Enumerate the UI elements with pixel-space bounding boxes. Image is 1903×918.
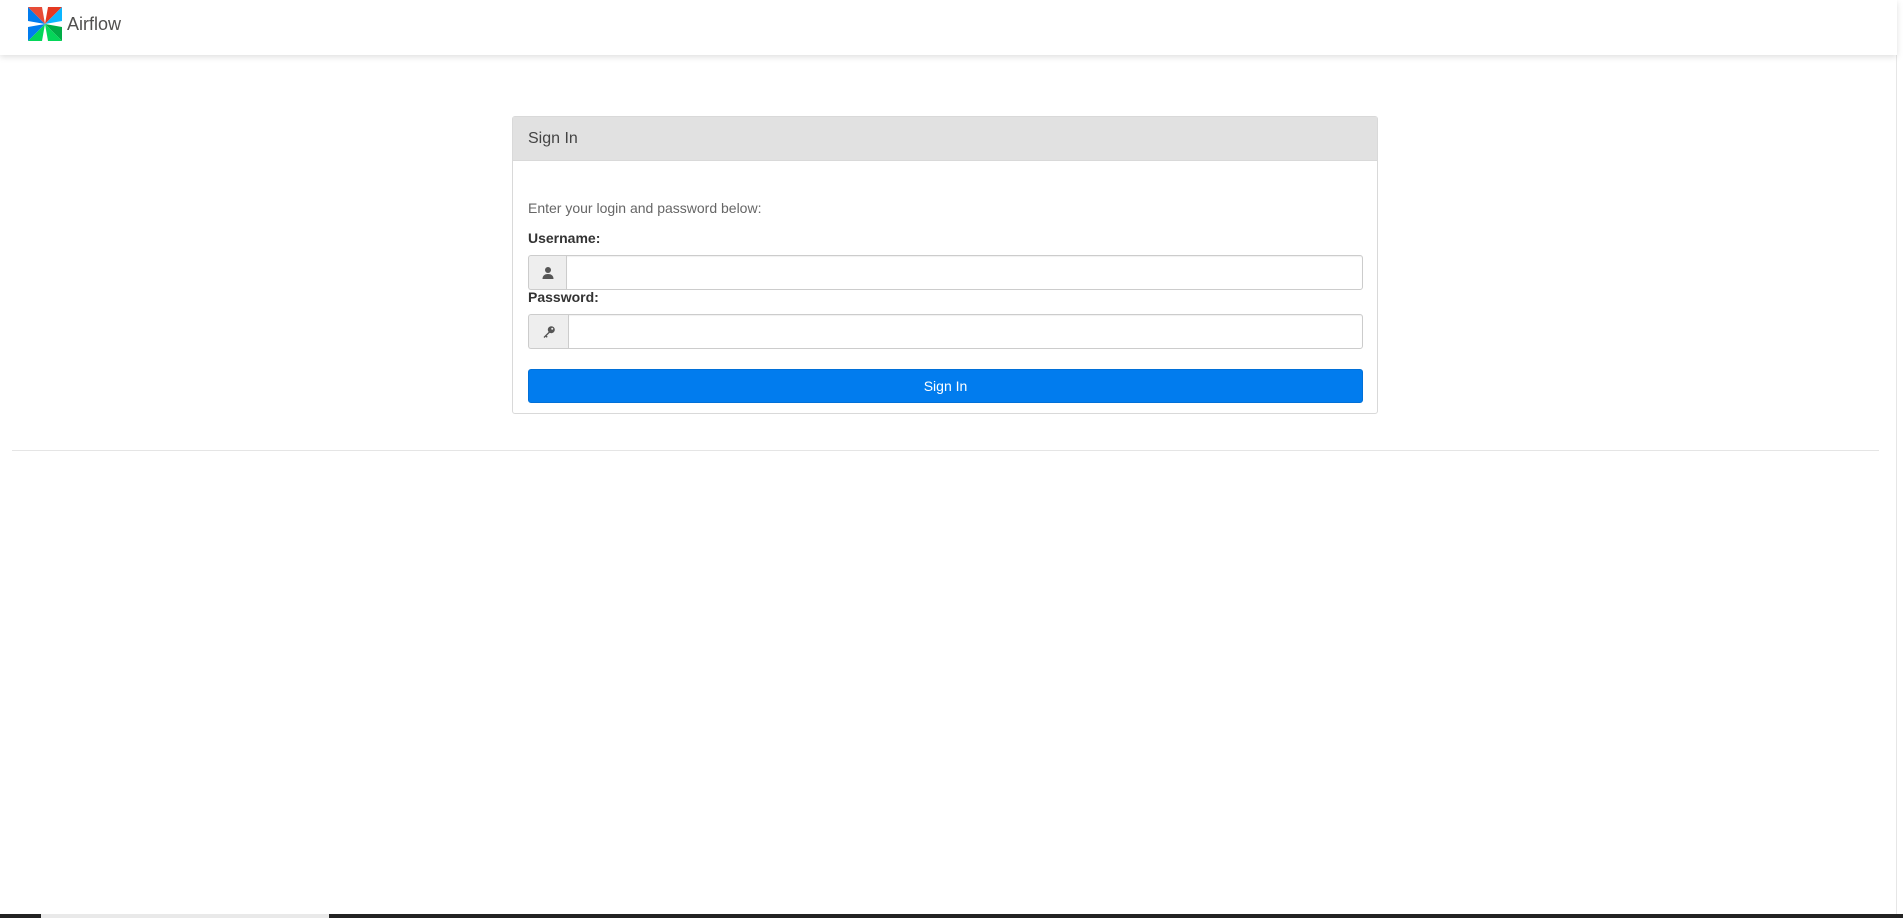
brand-text: Airflow <box>67 13 122 34</box>
panel-title: Sign In <box>513 117 1377 161</box>
login-instructions: Enter your login and password below: <box>528 200 762 216</box>
user-icon <box>528 255 566 290</box>
username-input-group <box>528 255 1363 290</box>
sign-in-button[interactable]: Sign In <box>528 369 1363 403</box>
top-navbar: Airflow <box>0 0 1897 55</box>
airflow-logo-icon <box>26 5 64 43</box>
password-input-group <box>528 314 1363 349</box>
username-label: Username: <box>528 230 601 246</box>
bottom-taskbar-item <box>41 914 329 918</box>
password-label: Password: <box>528 289 599 305</box>
brand-home-link[interactable]: Airflow <box>26 5 121 43</box>
login-page: Airflow Sign In Enter your login and pas… <box>0 0 1903 918</box>
page-scrollbar[interactable] <box>1896 0 1903 918</box>
sign-in-panel: Sign In Enter your login and password be… <box>512 116 1378 414</box>
password-input[interactable] <box>568 314 1363 349</box>
footer-divider <box>12 450 1879 451</box>
username-input[interactable] <box>566 255 1363 290</box>
key-icon <box>528 314 568 349</box>
